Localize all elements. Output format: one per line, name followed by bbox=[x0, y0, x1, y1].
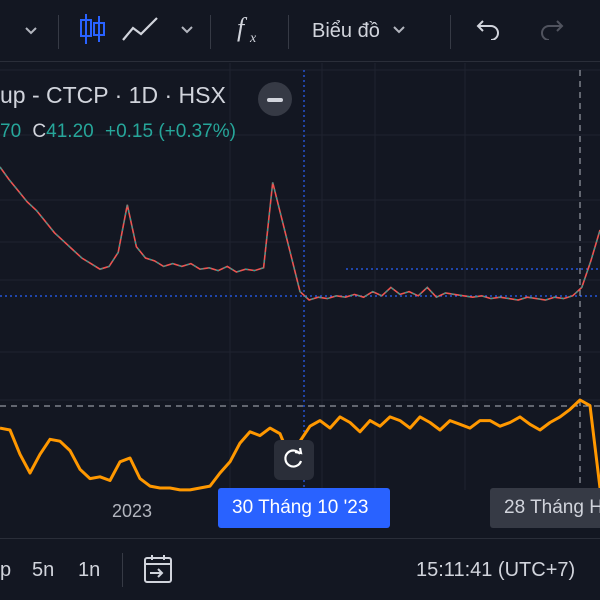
cursor-date-badge: 28 Tháng Hai bbox=[490, 488, 600, 528]
range-button-1m[interactable]: 1n bbox=[78, 559, 100, 582]
collapse-legend-button[interactable] bbox=[258, 82, 292, 116]
minus-icon bbox=[267, 90, 283, 108]
chart-type-menu-button[interactable]: Biểu đồ bbox=[312, 0, 432, 62]
top-toolbar: f x Biểu đồ bbox=[0, 0, 600, 62]
timezone-clock[interactable]: 15:11:41 (UTC+7) bbox=[416, 559, 575, 582]
range-button-5d[interactable]: 5n bbox=[32, 559, 54, 582]
indicators-button[interactable]: f x bbox=[232, 0, 266, 62]
change-value: +0.15 (+0.37%) bbox=[104, 121, 236, 142]
chevron-down-icon bbox=[180, 22, 194, 40]
reset-icon bbox=[282, 446, 306, 475]
svg-text:f: f bbox=[237, 13, 248, 42]
svg-text:x: x bbox=[249, 31, 257, 46]
close-label: C bbox=[32, 121, 47, 142]
open-value-partial: 70 bbox=[0, 121, 22, 142]
toolbar-separator bbox=[210, 15, 211, 49]
redo-button[interactable] bbox=[538, 0, 566, 62]
reset-chart-button[interactable] bbox=[274, 440, 314, 480]
close-value: 41.20 bbox=[46, 121, 94, 142]
crosshair-date-badge: 30 Tháng 10 '23 bbox=[218, 488, 390, 528]
candles-icon bbox=[78, 12, 106, 51]
bottom-toolbar: p 5n 1n 15:11:41 (UTC+7) bbox=[0, 538, 600, 600]
ohlc-legend: 70 C41.20 +0.15 (+0.37%) bbox=[0, 121, 236, 143]
chart-style-dropdown-button[interactable] bbox=[176, 0, 198, 62]
indicator-fx-icon: f x bbox=[234, 12, 264, 51]
redo-icon bbox=[539, 18, 565, 45]
line-chart-icon bbox=[121, 14, 161, 49]
candles-chart-button[interactable] bbox=[76, 0, 108, 62]
range-button-partial[interactable]: p bbox=[0, 559, 11, 582]
interval-dropdown-button[interactable] bbox=[20, 0, 42, 62]
chevron-down-icon bbox=[392, 22, 406, 40]
chevron-down-icon bbox=[24, 23, 38, 39]
toolbar-separator bbox=[122, 553, 123, 587]
toolbar-separator bbox=[288, 15, 289, 49]
undo-button[interactable] bbox=[474, 0, 502, 62]
chart-type-label: Biểu đồ bbox=[312, 19, 380, 42]
toolbar-separator bbox=[450, 15, 451, 49]
undo-icon bbox=[475, 18, 501, 45]
line-chart-button[interactable] bbox=[120, 0, 162, 62]
x-axis-tick-label: 2023 bbox=[112, 501, 153, 521]
symbol-legend-title[interactable]: up - CTCP · 1D · HSX bbox=[0, 82, 226, 109]
go-to-date-button[interactable] bbox=[142, 553, 176, 587]
toolbar-separator bbox=[58, 15, 59, 49]
calendar-goto-icon bbox=[142, 555, 176, 591]
